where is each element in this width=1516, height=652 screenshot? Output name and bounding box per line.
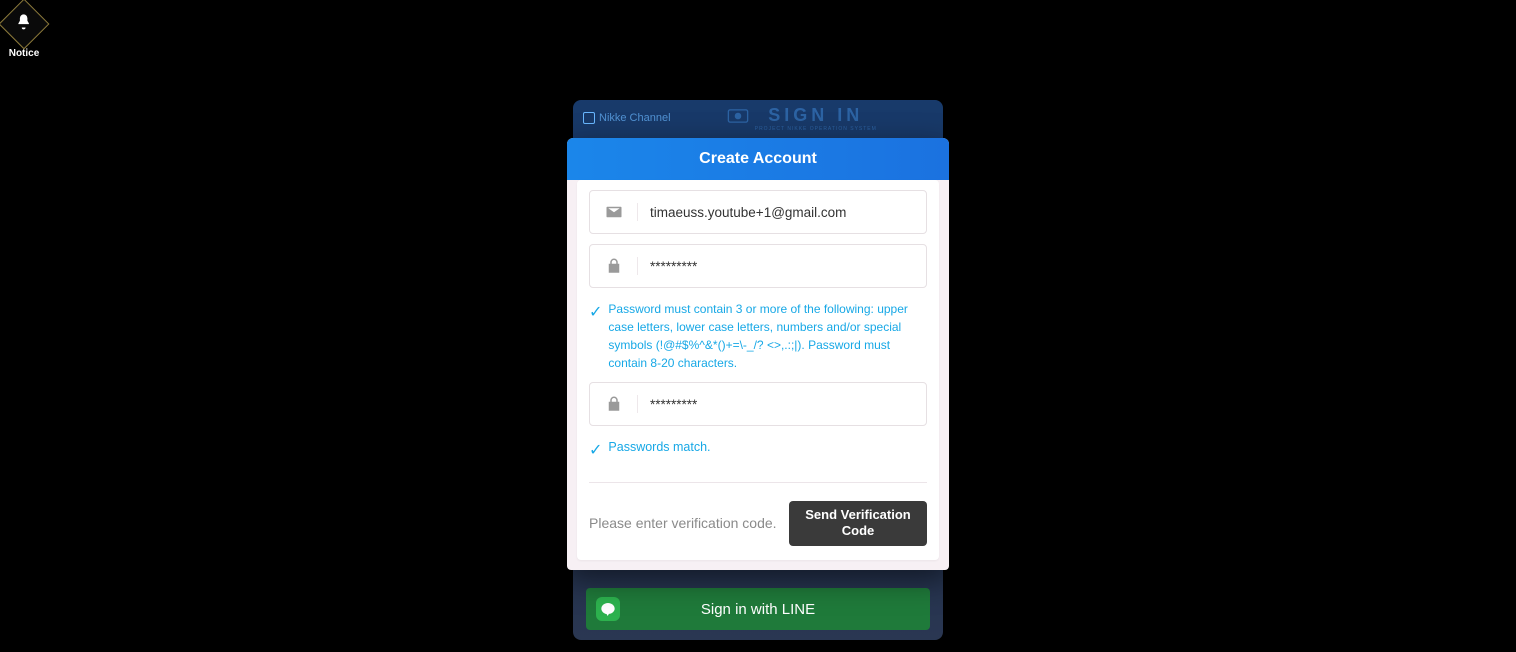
create-account-modal: Create Account ✓ Password must contain 3… bbox=[567, 138, 949, 570]
signin-title: SIGN IN bbox=[755, 105, 877, 126]
signin-line-button[interactable]: Sign in with LINE bbox=[586, 588, 930, 630]
email-field-wrap bbox=[589, 190, 927, 234]
eye-icon bbox=[727, 109, 749, 128]
password-field[interactable] bbox=[638, 259, 926, 274]
check-icon: ✓ bbox=[589, 302, 602, 322]
lock-icon bbox=[590, 395, 638, 413]
mail-icon bbox=[590, 203, 638, 221]
verification-code-field[interactable] bbox=[589, 501, 781, 546]
password-hint: ✓ Password must contain 3 or more of the… bbox=[589, 300, 927, 372]
match-hint: ✓ Passwords match. bbox=[589, 438, 927, 460]
form-card: ✓ Password must contain 3 or more of the… bbox=[577, 180, 939, 560]
nikke-channel-checkbox[interactable] bbox=[583, 112, 595, 124]
password-field-wrap bbox=[589, 244, 927, 288]
signin-line-label: Sign in with LINE bbox=[701, 601, 815, 618]
nikke-channel-label: Nikke Channel bbox=[599, 112, 671, 124]
match-hint-text: Passwords match. bbox=[608, 438, 710, 457]
email-field[interactable] bbox=[638, 205, 926, 220]
notice-diamond bbox=[0, 0, 49, 49]
check-icon: ✓ bbox=[589, 440, 602, 460]
lock-icon bbox=[590, 257, 638, 275]
password-hint-text: Password must contain 3 or more of the f… bbox=[608, 300, 927, 372]
notice-label: Notice bbox=[6, 48, 42, 59]
confirm-password-field[interactable] bbox=[638, 397, 926, 412]
confirm-password-field-wrap bbox=[589, 382, 927, 426]
bell-icon bbox=[15, 13, 33, 36]
send-verification-button[interactable]: Send Verification Code bbox=[789, 501, 927, 546]
line-icon bbox=[596, 597, 620, 621]
notice-badge[interactable]: Notice bbox=[6, 6, 42, 59]
verify-row: Send Verification Code bbox=[589, 482, 927, 546]
signin-subtitle: PROJECT NIKKE OPERATION SYSTEM bbox=[755, 126, 877, 132]
modal-title: Create Account bbox=[567, 138, 949, 180]
signin-header: Nikke Channel SIGN IN PROJECT NIKKE OPER… bbox=[573, 100, 943, 136]
